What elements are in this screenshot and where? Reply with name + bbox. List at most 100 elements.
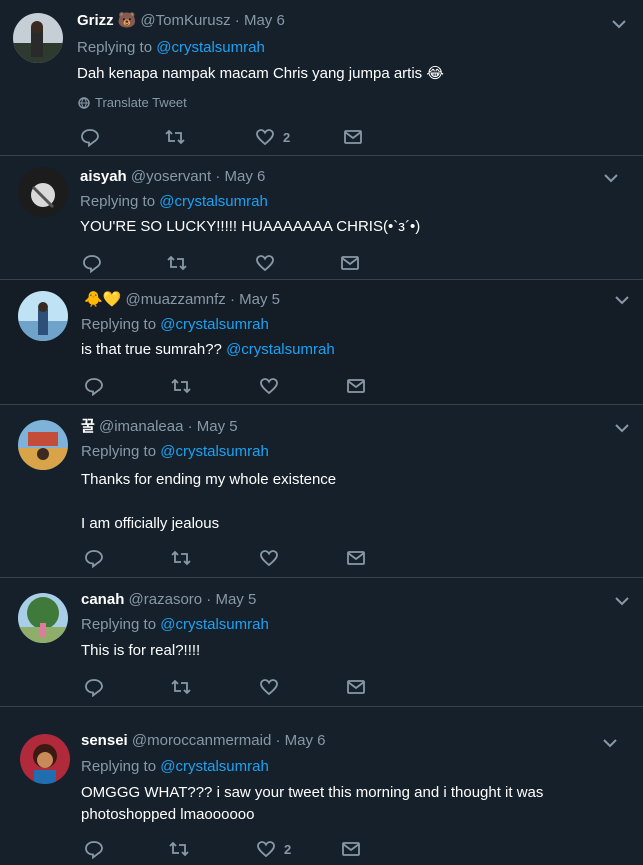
tweet-2[interactable]: aisyah @yoservant · May 6 Replying to @c… [0, 156, 643, 280]
tweet-actions [84, 677, 384, 699]
dm-button[interactable] [343, 127, 363, 147]
timestamp[interactable]: · May 5 [188, 418, 238, 435]
tweet-1[interactable]: Grizz 🐻 @TomKurusz · May 6 Replying to @cr… [0, 0, 643, 156]
tweet-6[interactable]: sensei @moroccanmermaid · May 6 Replying… [0, 707, 643, 865]
like-button[interactable]: 2 [255, 127, 290, 147]
handle[interactable]: @imanaleaa [99, 418, 183, 435]
timestamp[interactable]: · May 5 [206, 591, 256, 608]
reply-icon [85, 378, 103, 396]
retweet-button[interactable] [166, 253, 188, 273]
translate-tweet[interactable]: Translate Tweet [78, 95, 187, 110]
dm-button[interactable] [341, 839, 361, 859]
retweet-button[interactable] [170, 677, 192, 697]
replying-to: Replying to @crystalsumrah [81, 758, 269, 775]
mention-link[interactable]: @crystalsumrah [226, 341, 335, 358]
reply-button[interactable] [84, 677, 104, 697]
reply-mention[interactable]: @crystalsumrah [160, 316, 269, 333]
retweet-icon [171, 378, 191, 394]
tweet-actions [84, 376, 384, 398]
retweet-button[interactable] [164, 127, 186, 147]
tweet-4[interactable]: 꿀 @imanaleaa · May 5 Replying to @crysta… [0, 405, 643, 578]
timestamp[interactable]: · May 6 [235, 12, 285, 29]
tweet-3[interactable]: 🐥💛 @muazzamnfz · May 5 Replying to @crys… [0, 280, 643, 405]
like-button[interactable] [259, 376, 279, 396]
dm-icon [341, 256, 359, 270]
display-name[interactable]: 꿀 [81, 418, 95, 435]
chevron-down-icon[interactable] [609, 14, 629, 34]
retweet-button[interactable] [168, 839, 190, 859]
tweet-actions [82, 253, 382, 275]
dm-icon [344, 130, 362, 144]
dm-button[interactable] [346, 677, 366, 697]
dm-icon [347, 680, 365, 694]
tweet-5[interactable]: canah @razasoro · May 5 Replying to @cry… [0, 578, 643, 707]
avatar[interactable] [18, 420, 68, 470]
reply-mention[interactable]: @crystalsumrah [160, 616, 269, 633]
dm-button[interactable] [346, 376, 366, 396]
handle[interactable]: @muazzamnfz [126, 291, 226, 308]
display-name[interactable]: Grizz [77, 12, 114, 29]
display-name[interactable]: aisyah [80, 168, 127, 185]
retweet-icon [171, 550, 191, 566]
like-button[interactable] [255, 253, 275, 273]
like-button[interactable] [259, 677, 279, 697]
tweet-header: aisyah @yoservant · May 6 [80, 167, 265, 187]
reply-icon [85, 679, 103, 697]
dm-button[interactable] [346, 548, 366, 568]
reply-icon [85, 550, 103, 568]
reply-mention[interactable]: @crystalsumrah [160, 443, 269, 460]
display-name[interactable]: sensei [81, 732, 128, 749]
like-icon [256, 255, 274, 272]
tweet-actions: 2 [84, 839, 384, 861]
avatar[interactable] [18, 167, 68, 217]
replying-to: Replying to @crystalsumrah [81, 616, 269, 633]
reply-button[interactable] [80, 127, 100, 147]
handle[interactable]: @razasoro [129, 591, 203, 608]
tweet-text: is that true sumrah?? @crystalsumrah [81, 341, 335, 358]
like-button[interactable]: 2 [256, 839, 291, 859]
handle[interactable]: @yoservant [131, 168, 211, 185]
like-icon [260, 550, 278, 567]
timestamp[interactable]: · May 5 [230, 291, 280, 308]
chevron-down-icon[interactable] [612, 418, 632, 438]
tweet-header: canah @razasoro · May 5 [81, 590, 256, 610]
globe-icon [78, 96, 90, 109]
chevron-down-icon[interactable] [600, 733, 620, 753]
tweet-header: 🐥💛 @muazzamnfz · May 5 [84, 290, 280, 310]
tweet-text: This is for real?!!!! [81, 642, 201, 659]
dm-icon [347, 379, 365, 393]
timestamp[interactable]: · May 6 [215, 168, 265, 185]
chevron-down-icon[interactable] [612, 290, 632, 310]
chevron-down-icon[interactable] [601, 168, 621, 188]
avatar[interactable] [18, 291, 68, 341]
avatar[interactable] [18, 593, 68, 643]
reply-button[interactable] [84, 839, 104, 859]
reply-mention[interactable]: @crystalsumrah [156, 39, 265, 56]
bear-emoji: 🐻 [117, 12, 137, 29]
display-name[interactable]: canah [81, 591, 124, 608]
retweet-button[interactable] [170, 548, 192, 568]
retweet-button[interactable] [170, 376, 192, 396]
handle[interactable]: @moroccanmermaid [132, 732, 271, 749]
timestamp[interactable]: · May 6 [275, 732, 325, 749]
retweet-icon [165, 129, 185, 145]
reply-button[interactable] [82, 253, 102, 273]
tweet-header: 꿀 @imanaleaa · May 5 [81, 417, 238, 437]
handle[interactable]: @TomKurusz [140, 12, 230, 29]
replying-to: Replying to @crystalsumrah [81, 443, 269, 460]
tweet-text: Thanks for ending my whole existence I a… [81, 471, 337, 532]
tweet-text: YOU'RE SO LUCKY!!!!! HUAAAAAAA CHRIS(•`з… [80, 218, 421, 235]
display-name[interactable]: 🐥💛 [84, 291, 121, 308]
reply-mention[interactable]: @crystalsumrah [160, 758, 269, 775]
chevron-down-icon[interactable] [612, 591, 632, 611]
reply-mention[interactable]: @crystalsumrah [159, 193, 268, 210]
avatar[interactable] [20, 734, 70, 784]
dm-button[interactable] [340, 253, 360, 273]
reply-button[interactable] [84, 376, 104, 396]
retweet-icon [171, 679, 191, 695]
replying-to: Replying to @crystalsumrah [80, 193, 268, 210]
tweet-text: Dah kenapa nampak macam Chris yang jumpa… [77, 65, 444, 82]
reply-button[interactable] [84, 548, 104, 568]
avatar[interactable] [13, 13, 63, 63]
like-button[interactable] [259, 548, 279, 568]
